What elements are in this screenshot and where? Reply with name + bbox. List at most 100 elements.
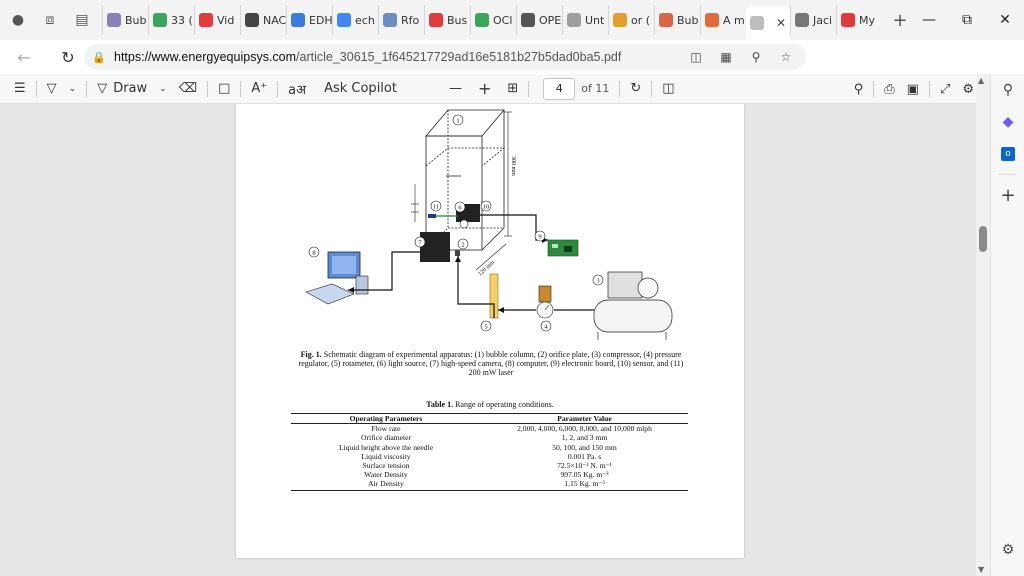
tab-favicon-icon: [153, 13, 167, 27]
close-tab-icon[interactable]: ✕: [776, 16, 786, 30]
table-row: Air Density 1.15 Kg. m⁻³: [291, 479, 688, 491]
page-view-icon[interactable]: ◫: [656, 76, 680, 102]
browser-tab[interactable]: ech: [332, 5, 378, 35]
table-row: Liquid viscosity 0.001 Pa. s: [291, 452, 688, 461]
tab-favicon-icon: [705, 13, 719, 27]
tab-actions-icon[interactable]: ▤: [70, 8, 94, 32]
url-field[interactable]: 🔒 https://www.energyequipsys.com/article…: [84, 44, 806, 70]
fit-page-icon[interactable]: ⊞: [501, 76, 524, 102]
new-tab-icon[interactable]: +: [888, 8, 912, 32]
tab-label: 33 (: [171, 13, 193, 27]
read-aloud-icon[interactable]: A⁺: [245, 76, 273, 102]
table-cell: Orifice diameter: [361, 433, 411, 443]
callout-2: 2: [457, 238, 469, 250]
search-icon[interactable]: ⚲: [848, 76, 870, 102]
browser-tab[interactable]: Bus: [424, 5, 470, 35]
divider: [277, 80, 279, 97]
callout-6: 6: [454, 201, 466, 213]
callout-7: 7: [414, 236, 426, 248]
print-icon[interactable]: ⎙: [878, 76, 900, 102]
add-icon[interactable]: +: [991, 179, 1024, 211]
svg-text:5: 5: [484, 324, 487, 331]
browser-tab[interactable]: NAC: [240, 5, 286, 35]
zoom-icon[interactable]: ⚲: [744, 47, 768, 67]
page-number-input[interactable]: 4: [543, 77, 576, 100]
divider: [528, 80, 530, 97]
table-cell: 997.05 Kg. m⁻³: [560, 470, 609, 480]
draw-button[interactable]: ▽ Draw: [91, 76, 153, 102]
rotate-icon[interactable]: ↻: [624, 76, 647, 102]
browser-tab[interactable]: My: [836, 5, 882, 35]
text-icon[interactable]: □: [212, 76, 236, 102]
tab-label: Jaci: [813, 13, 833, 27]
browser-tab[interactable]: A m: [700, 5, 746, 35]
contents-icon[interactable]: ☰: [8, 76, 32, 102]
chevron-down-icon[interactable]: ⌄: [63, 76, 83, 102]
translate-icon[interactable]: aअ: [282, 76, 312, 102]
tab-label: Unt: [585, 13, 605, 27]
caption-text: Schematic diagram of experimental appara…: [298, 350, 684, 377]
copilot-sidebar-icon[interactable]: ◆: [991, 106, 1024, 138]
highlight-icon[interactable]: ▽: [41, 76, 63, 102]
page-total: of 11: [581, 82, 610, 95]
piping: [348, 214, 594, 318]
browser-tab[interactable]: Vid: [194, 5, 240, 35]
zoom-out-icon[interactable]: —: [443, 76, 468, 102]
outlook-icon[interactable]: o: [991, 138, 1024, 170]
favorite-icon[interactable]: ☆: [774, 47, 798, 67]
browser-tab[interactable]: Bub: [102, 5, 148, 35]
browser-tab[interactable]: OPE: [516, 5, 562, 35]
tab-favicon-icon: [475, 13, 489, 27]
vertical-scrollbar[interactable]: ▲ ▼: [976, 74, 990, 576]
table-title: Table 1. Range of operating conditions.: [236, 400, 744, 409]
divider: [240, 80, 242, 97]
back-icon[interactable]: ←: [8, 41, 40, 73]
callout-10: 10: [480, 200, 492, 212]
close-window-icon[interactable]: ✕: [986, 0, 1024, 40]
scroll-up-icon[interactable]: ▲: [978, 76, 984, 85]
table-row: Liquid height above the needle 50, 100, a…: [291, 443, 688, 452]
browser-tab[interactable]: Jaci: [790, 5, 836, 35]
zoom-in-icon[interactable]: +: [472, 76, 497, 102]
search-icon[interactable]: ⚲: [991, 74, 1024, 106]
table-cell: Liquid height above the needle: [338, 442, 434, 452]
workspaces-icon[interactable]: ⧈: [38, 8, 62, 32]
restore-icon[interactable]: ⧉: [948, 0, 986, 40]
browser-tab[interactable]: Rfo: [378, 5, 424, 35]
app-available-icon[interactable]: ▦: [714, 47, 738, 67]
table-row: Orifice diameter 1, 2, and 3 mm: [291, 433, 688, 442]
read-aloud-icon[interactable]: ◫: [684, 47, 708, 67]
scroll-down-icon[interactable]: ▼: [978, 565, 984, 574]
table-cell: Surface tension: [362, 461, 410, 471]
fullscreen-icon[interactable]: ⤢: [934, 76, 956, 102]
eraser-icon[interactable]: ⌫: [173, 76, 203, 102]
save-icon[interactable]: ▣: [901, 76, 925, 102]
column-header: Operating Parameters: [291, 412, 481, 425]
minimize-icon[interactable]: —: [910, 0, 948, 40]
browser-tab[interactable]: Bub: [654, 5, 700, 35]
tab-label: Vid: [217, 13, 235, 27]
chevron-down-icon[interactable]: ⌄: [153, 76, 173, 102]
browser-tab[interactable]: Unt: [562, 5, 608, 35]
sidebar-settings-icon[interactable]: ⚙: [991, 534, 1024, 566]
tab-favicon-icon: [567, 13, 581, 27]
profile-icon[interactable]: ●: [6, 8, 30, 32]
browser-tab[interactable]: ✕: [746, 6, 790, 40]
browser-tab[interactable]: or (: [608, 5, 654, 35]
tab-label: Rfo: [401, 13, 420, 27]
refresh-icon[interactable]: ↻: [52, 41, 84, 73]
divider: [86, 80, 88, 97]
tab-label: or (: [631, 13, 651, 27]
ask-copilot-button[interactable]: Ask Copilot: [318, 76, 403, 102]
table-cell: Flow rate: [371, 424, 401, 434]
divider: [651, 80, 653, 97]
lock-icon[interactable]: 🔒: [92, 51, 114, 64]
browser-tab[interactable]: EDH: [286, 5, 332, 35]
callout-8: 8: [308, 246, 320, 258]
browser-tab[interactable]: 33 (: [148, 5, 194, 35]
table-cell: 2,000, 4,000, 6,000, 8,000, and 10,000 m…: [517, 424, 652, 434]
browser-tab[interactable]: OCl: [470, 5, 516, 35]
pdf-viewer[interactable]: 300 mm 120 mm 1 2 3 4 5 6 7 8 9 10 11 Fi…: [0, 104, 976, 576]
tab-favicon-icon: [107, 13, 121, 27]
scroll-thumb[interactable]: [979, 226, 987, 252]
